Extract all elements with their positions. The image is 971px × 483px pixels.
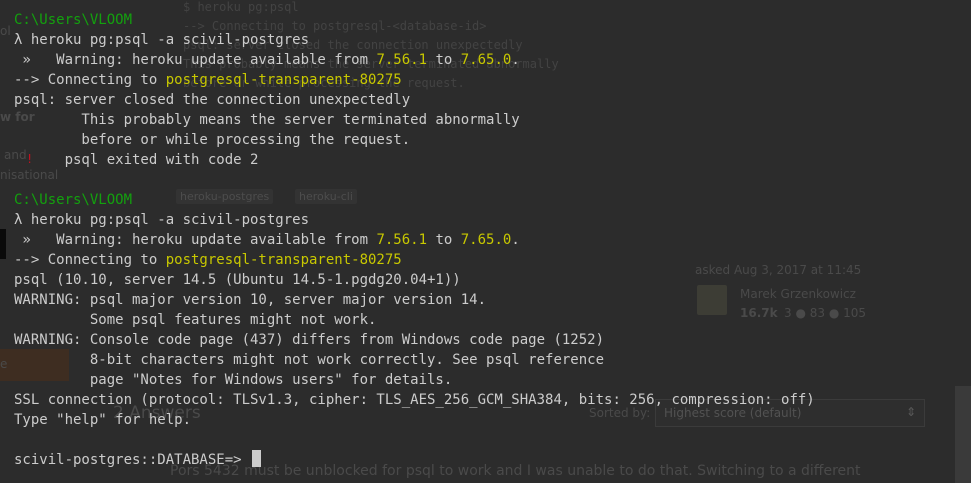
bg-side-fragment: e — [0, 357, 8, 371]
console-error-line: psql exited with code 2 — [14, 152, 259, 168]
period: . — [511, 232, 520, 248]
text-cursor — [252, 450, 262, 467]
console-output-line: SSL connection (protocol: TLSv1.3, ciphe… — [14, 392, 815, 408]
warning-text: » Warning: heroku update available from — [14, 52, 377, 68]
console-output[interactable]: C:\Users\VLOOM λ heroku pg:psql -a scivi… — [14, 10, 815, 470]
console-error-line: psql: server closed the connection unexp… — [14, 92, 411, 108]
console-output-line: WARNING: psql major version 10, server m… — [14, 292, 487, 308]
version-from: 7.56.1 — [376, 232, 428, 248]
version-from: 7.56.1 — [376, 52, 428, 68]
console-error-line: before or while processing the request. — [14, 132, 411, 148]
connecting-text: --> Connecting to — [14, 72, 166, 88]
to-word: to — [427, 52, 461, 68]
period: . — [511, 52, 520, 68]
console-command: λ heroku pg:psql -a scivil-postgres — [14, 32, 310, 48]
console-path: C:\Users\VLOOM — [14, 12, 133, 28]
warning-text: » Warning: heroku update available from — [14, 232, 377, 248]
bg-dark-bar — [0, 229, 6, 259]
bg-side-fragment: ol — [0, 24, 11, 38]
console-path: C:\Users\VLOOM — [14, 192, 133, 208]
to-word: to — [427, 232, 461, 248]
connecting-text: --> Connecting to — [14, 252, 166, 268]
console-warning: » Warning: heroku update available from … — [14, 50, 815, 70]
console-output-line: 8-bit characters might not work correctl… — [14, 352, 605, 368]
console-connecting: --> Connecting to postgresql-transparent… — [14, 70, 815, 90]
version-to: 7.65.0 — [460, 52, 512, 68]
console-connecting: --> Connecting to postgresql-transparent… — [14, 250, 815, 270]
console-output-line: psql (10.10, server 14.5 (Ubuntu 14.5-1.… — [14, 272, 461, 288]
bg-scrollbar[interactable] — [955, 386, 971, 483]
console-output-line: page "Notes for Windows users" for detai… — [14, 372, 453, 388]
console-output-line: Some psql features might not work. — [14, 312, 377, 328]
console-output-line: Type "help" for help. — [14, 412, 192, 428]
version-to: 7.65.0 — [460, 232, 512, 248]
console-error-line: This probably means the server terminate… — [14, 112, 520, 128]
database-name: postgresql-transparent-80275 — [165, 72, 402, 88]
sort-arrows-icon: ⇕ — [905, 405, 916, 419]
console-prompt-line[interactable]: scivil-postgres::DATABASE=> — [14, 450, 815, 470]
console-warning: » Warning: heroku update available from … — [14, 230, 815, 250]
database-name: postgresql-transparent-80275 — [165, 252, 402, 268]
console-output-line: WARNING: Console code page (437) differs… — [14, 332, 605, 348]
console-command: λ heroku pg:psql -a scivil-postgres — [14, 212, 310, 228]
screen: $ heroku pg:psql --> Connecting to postg… — [0, 0, 971, 483]
psql-prompt: scivil-postgres::DATABASE=> — [14, 452, 242, 468]
